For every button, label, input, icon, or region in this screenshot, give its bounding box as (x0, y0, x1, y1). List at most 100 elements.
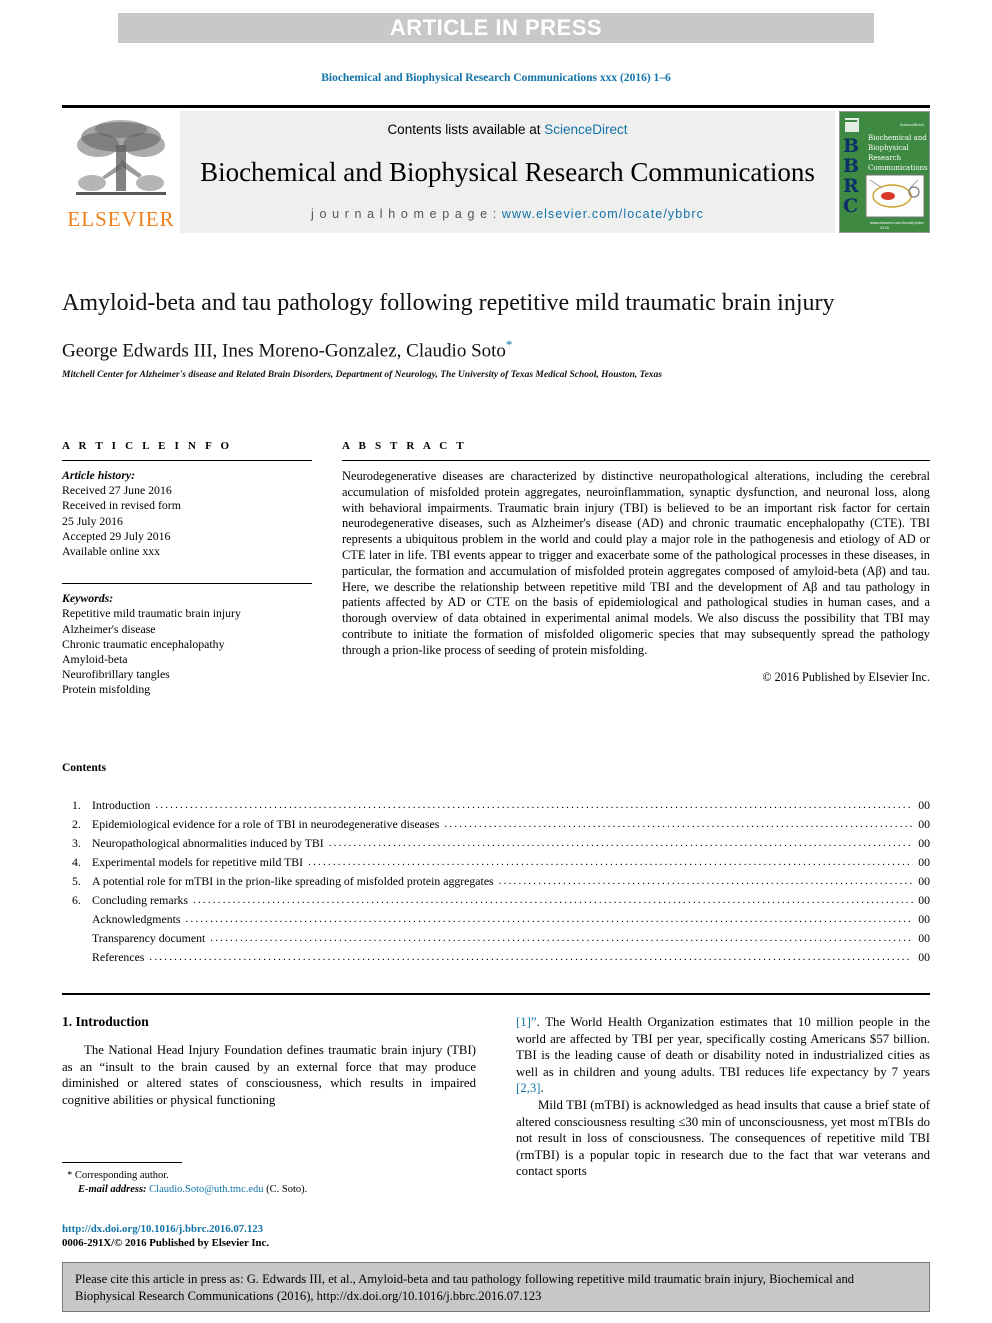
toc-page: 00 (918, 893, 930, 907)
elsevier-tree-icon (76, 120, 166, 195)
toc-page: 00 (918, 931, 930, 945)
svg-text:R: R (843, 175, 859, 197)
svg-text:C: C (843, 195, 858, 217)
table-of-contents: 1. Introduction ........................… (62, 796, 930, 967)
contents-available-line: Contents lists available at ScienceDirec… (387, 122, 627, 137)
toc-label[interactable]: Concluding remarks (92, 891, 193, 909)
contents-section: Contents 1. Introduction ...............… (62, 762, 930, 967)
svg-text:Biochemical and: Biochemical and (868, 134, 927, 142)
toc-number: 5. (72, 874, 81, 888)
list-item[interactable]: Acknowledgments ........................… (62, 910, 930, 929)
page-title: Amyloid-beta and tau pathology following… (62, 290, 835, 316)
contents-heading: Contents (62, 762, 107, 774)
toc-page: 00 (918, 874, 930, 888)
citation-ref-1[interactable]: [1]” (516, 1015, 537, 1029)
toc-page: 00 (918, 798, 930, 812)
abstract-copyright: © 2016 Published by Elsevier Inc. (762, 669, 930, 684)
running-head: Biochemical and Biophysical Research Com… (321, 72, 671, 84)
keyword-item: Amyloid-beta (62, 652, 128, 667)
svg-text:2016: 2016 (880, 226, 889, 230)
toc-leader: ........................................… (193, 894, 914, 906)
journal-cover-thumbnail: B B R C Biochemical and Biophysical Rese… (839, 111, 930, 233)
toc-number: 3. (72, 836, 81, 850)
email-label: E-mail address: (78, 1184, 147, 1195)
toc-label[interactable]: Acknowledgments (92, 910, 185, 928)
abstract-column: A B S T R A C T Neurodegenerative diseas… (342, 440, 930, 685)
body-column-left: 1. Introduction The National Head Injury… (62, 1014, 476, 1108)
toc-leader: ........................................… (498, 875, 914, 887)
list-item[interactable]: 5. A potential role for mTBI in the prio… (62, 872, 930, 891)
email-link[interactable]: Claudio.Soto@uth.tmc.edu (149, 1184, 263, 1195)
history-item: Accepted 29 July 2016 (62, 528, 171, 543)
masthead-center-panel: Contents lists available at ScienceDirec… (180, 111, 835, 233)
toc-page: 00 (918, 950, 930, 964)
intro-paragraph-continued: [1]”. The World Health Organization esti… (516, 1014, 930, 1097)
author-names: George Edwards III, Ines Moreno-Gonzalez… (62, 340, 506, 362)
toc-page: 00 (918, 836, 930, 850)
footnote-block: * Corresponding author. E-mail address: … (62, 1162, 476, 1197)
email-suffix: (C. Soto). (266, 1184, 308, 1195)
toc-leader: ........................................… (444, 818, 914, 830)
keyword-item: Neurofibrillary tangles (62, 667, 170, 682)
toc-number: 6. (72, 893, 81, 907)
toc-label[interactable]: Introduction (92, 796, 155, 814)
corresponding-author-marker: * (505, 337, 513, 352)
cite-this-article-text: Please cite this article in press as: G.… (75, 1272, 855, 1303)
toc-label[interactable]: Neuropathological abnormalities induced … (92, 834, 329, 852)
svg-text:ScienceDirect: ScienceDirect (900, 123, 925, 127)
svg-text:www.elsevier.com/locate/ybbrc: www.elsevier.com/locate/ybbrc (870, 221, 924, 225)
svg-text:Biophysical: Biophysical (868, 144, 909, 152)
svg-text:Communications: Communications (868, 164, 928, 172)
svg-text:B: B (843, 155, 859, 177)
journal-homepage-url[interactable]: www.elsevier.com/locate/ybbrc (502, 207, 704, 221)
article-history-label: Article history: (62, 468, 136, 482)
list-item[interactable]: 3. Neuropathological abnormalities induc… (62, 834, 930, 853)
abstract-rule (342, 460, 930, 461)
keyword-item: Chronic traumatic encephalopathy (62, 636, 225, 651)
toc-page: 00 (918, 912, 930, 926)
toc-label[interactable]: References (92, 948, 149, 966)
doi-link[interactable]: http://dx.doi.org/10.1016/j.bbrc.2016.07… (62, 1222, 476, 1236)
list-item[interactable]: 6. Concluding remarks ..................… (62, 891, 930, 910)
toc-page: 00 (918, 817, 930, 831)
toc-label[interactable]: Transparency document (92, 929, 210, 947)
doi-block: http://dx.doi.org/10.1016/j.bbrc.2016.07… (62, 1222, 476, 1250)
article-first-page: ARTICLE IN PRESS Biochemical and Biophys… (0, 0, 992, 1323)
toc-number: 2. (72, 817, 81, 831)
corresponding-author-text: Corresponding author. (74, 1170, 169, 1181)
list-item[interactable]: Transparency document ..................… (62, 929, 930, 948)
body-column-right: [1]”. The World Health Organization esti… (516, 1014, 930, 1180)
svg-text:Research: Research (868, 154, 902, 162)
sciencedirect-link[interactable]: ScienceDirect (544, 122, 627, 137)
toc-leader: ........................................… (149, 951, 912, 963)
list-item[interactable]: 4. Experimental models for repetitive mi… (62, 853, 930, 872)
svg-text:B: B (843, 135, 859, 157)
footnote-rule (62, 1162, 182, 1163)
toc-page: 00 (918, 855, 930, 869)
toc-number: 1. (72, 798, 81, 812)
list-item[interactable]: 2. Epidemiological evidence for a role o… (62, 815, 930, 834)
footnote-marker: * (67, 1170, 73, 1181)
citation-ref-2-3[interactable]: [2,3] (516, 1081, 541, 1095)
article-info-rule (62, 460, 312, 461)
toc-label[interactable]: Experimental models for repetitive mild … (92, 853, 308, 871)
toc-label[interactable]: Epidemiological evidence for a role of T… (92, 815, 444, 833)
list-item[interactable]: 1. Introduction ........................… (62, 796, 930, 815)
article-history-block: Article history: Received 27 June 2016 R… (62, 468, 312, 559)
author-list: George Edwards III, Ines Moreno-Gonzalez… (62, 337, 930, 362)
corresponding-author-note: * Corresponding author. (62, 1169, 476, 1183)
issn-copyright-line: 0006-291X/© 2016 Published by Elsevier I… (62, 1237, 270, 1249)
list-item[interactable]: References .............................… (62, 948, 930, 967)
body-divider (62, 993, 930, 995)
abstract-heading: A B S T R A C T (342, 440, 467, 452)
email-note: E-mail address: Claudio.Soto@uth.tmc.edu… (62, 1183, 476, 1197)
toc-leader: ........................................… (155, 799, 914, 811)
intro-continued-end: . (540, 1081, 544, 1096)
history-item: Received 27 June 2016 (62, 483, 172, 498)
toc-label[interactable]: A potential role for mTBI in the prion-l… (92, 872, 499, 890)
abstract-text: Neurodegenerative diseases are character… (342, 469, 930, 657)
intro-paragraph-2: Mild TBI (mTBI) is acknowledged as head … (516, 1097, 930, 1179)
title-block: Amyloid-beta and tau pathology following… (62, 288, 930, 380)
toc-leader: ........................................… (210, 932, 914, 944)
toc-leader: ........................................… (308, 856, 913, 868)
